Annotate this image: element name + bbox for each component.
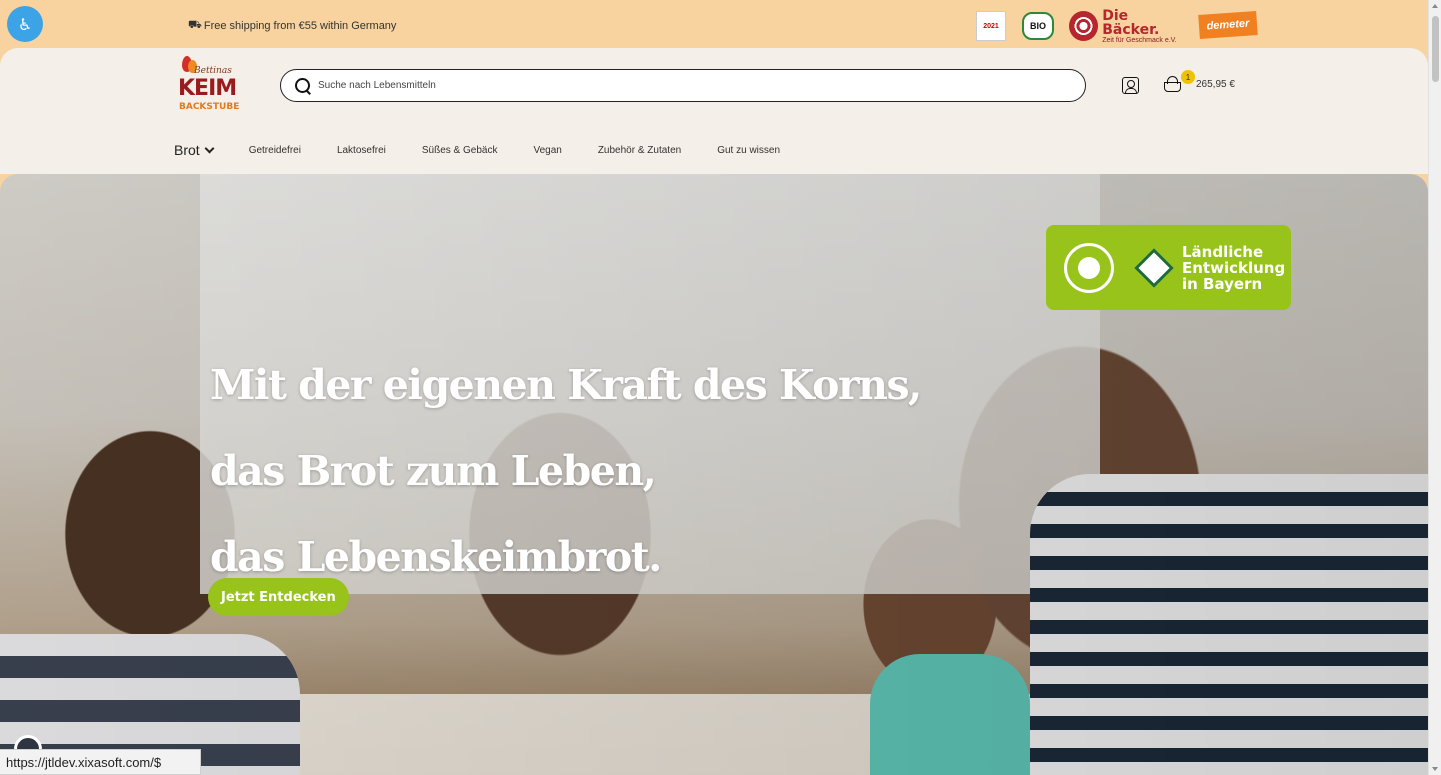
site-logo[interactable]: Bettinas KEIM BACKSTUBE (176, 56, 240, 118)
nav-item-getreidefrei[interactable]: Getreidefrei (249, 145, 301, 156)
logo-sub-text: BACKSTUBE (179, 102, 240, 112)
badge-text-line-1: Ländliche (1182, 242, 1264, 261)
truck-icon: ⛟ (188, 18, 202, 31)
baecker-subtitle: Zeit für Geschmack e.V. (1102, 36, 1177, 44)
bio-badge: BIO (1021, 11, 1055, 41)
cart-total[interactable]: 265,95 € (1196, 79, 1235, 90)
hero-headline-line-1: Mit der eigenen Kraft des Korns, (210, 361, 922, 409)
page-scrollbar[interactable] (1428, 0, 1441, 775)
account-icon[interactable] (1122, 77, 1139, 94)
hero-headline-line-2: das Brot zum Leben, (210, 447, 657, 495)
scroll-up-icon[interactable] (1432, 4, 1438, 8)
hero-headline: Mit der eigenen Kraft des Korns, das Bro… (210, 342, 922, 600)
die-baecker-logo-icon (1069, 11, 1099, 41)
badge-text: Ländliche Entwicklung in Bayern (1182, 244, 1285, 292)
badge-text-line-2: Entwicklung (1182, 258, 1286, 277)
die-baecker-badge: Die Bäcker. Zeit für Geschmack e.V. (1069, 7, 1187, 44)
logo-main-text: KEIM (178, 76, 237, 101)
scroll-down-icon[interactable] (1432, 767, 1438, 771)
search-icon[interactable] (295, 77, 311, 94)
demeter-label: demeter (1206, 17, 1250, 33)
nav-item-vegan[interactable]: Vegan (533, 145, 561, 156)
jetzt-entdecken-button[interactable]: Jetzt Entdecken (208, 578, 349, 616)
scrollbar-thumb[interactable] (1432, 16, 1439, 82)
award-2021-badge: 2021 (976, 11, 1006, 41)
cart-count-badge: 1 (1181, 70, 1195, 84)
nav-item-laktosefrei[interactable]: Laktosefrei (337, 145, 386, 156)
status-bar-url: https://jtldev.xixasoft.com/$ (0, 749, 201, 775)
nav-item-brot[interactable]: Brot (174, 142, 215, 158)
search-input[interactable] (318, 80, 1085, 91)
nav-item-suesses-gebaeck[interactable]: Süßes & Gebäck (422, 145, 498, 156)
badge-text-line-3: in Bayern (1182, 274, 1263, 293)
nav-item-zubehoer-zutaten[interactable]: Zubehör & Zutaten (598, 145, 681, 156)
main-navigation: Brot Getreidefrei Laktosefrei Süßes & Ge… (174, 142, 816, 158)
modellregion-icon (1064, 242, 1114, 293)
chevron-down-icon (204, 143, 215, 153)
hero-banner: Ländliche Entwicklung in Bayern Mit der … (0, 174, 1428, 775)
logo-small-text: Bettinas (194, 66, 232, 76)
accessibility-icon[interactable]: ♿ (7, 6, 43, 42)
search-bar[interactable] (280, 69, 1086, 102)
shipping-text: Free shipping from €55 within Germany (203, 19, 397, 32)
site-header: Bettinas KEIM BACKSTUBE 1 265,95 € Brot … (0, 48, 1428, 174)
nav-item-gut-zu-wissen[interactable]: Gut zu wissen (717, 145, 780, 156)
demeter-badge: demeter (1198, 11, 1258, 39)
bio-label: BIO (1029, 21, 1046, 31)
award-year: 2021 (983, 22, 999, 30)
topbar: ♿ ⛟ Free shipping from €55 within German… (0, 0, 1428, 48)
baecker-title: Die Bäcker. (1102, 7, 1160, 38)
cart-icon[interactable] (1163, 75, 1183, 95)
shipping-info: ⛟ Free shipping from €55 within Germany (188, 18, 396, 33)
nav-item-brot-label: Brot (174, 142, 200, 158)
laendliche-entwicklung-badge: Ländliche Entwicklung in Bayern (1046, 225, 1291, 310)
bavaria-diamond-icon (1134, 247, 1174, 288)
